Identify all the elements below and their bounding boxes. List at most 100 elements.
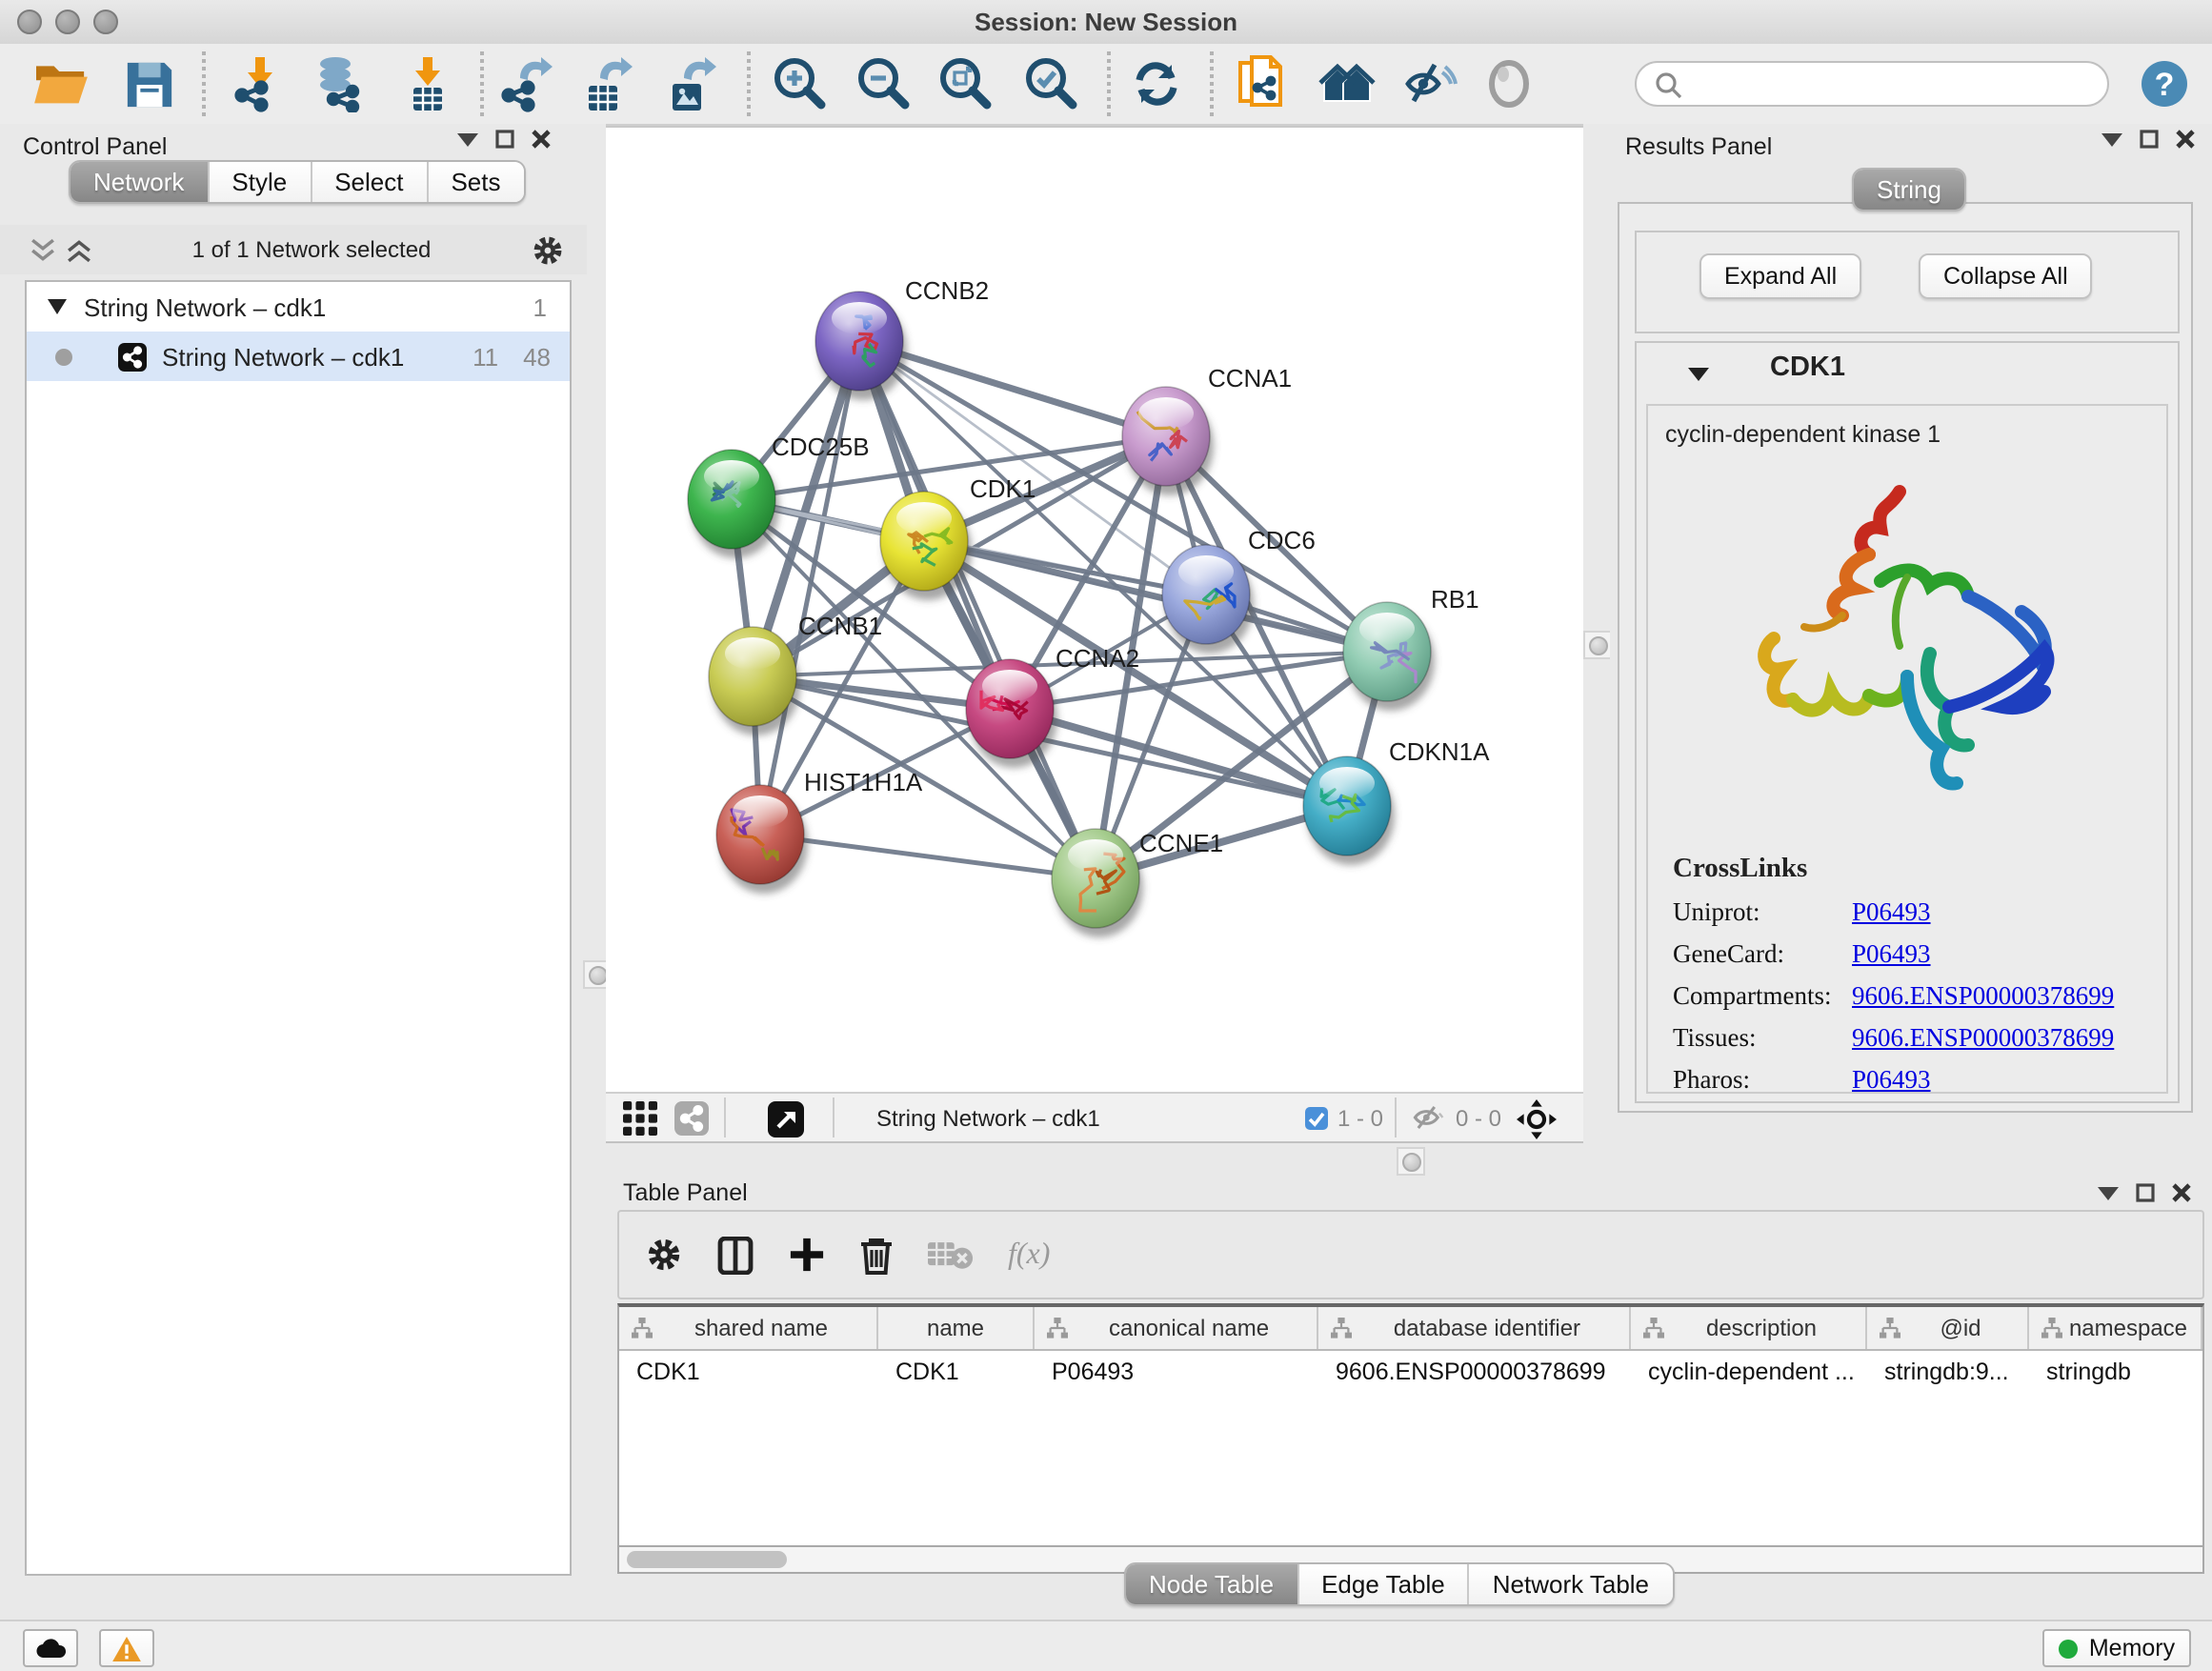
column-header-canonicalname[interactable]: canonical name: [1035, 1307, 1318, 1349]
network-selection-status: 1 of 1 Network selected: [91, 236, 532, 263]
float-panel-icon[interactable]: [2140, 130, 2159, 149]
left-splitter[interactable]: [587, 124, 606, 1620]
panel-menu-icon[interactable]: [2101, 131, 2122, 147]
float-panel-icon[interactable]: [2136, 1183, 2155, 1202]
share-view-button[interactable]: [674, 1101, 709, 1141]
expand-all-button[interactable]: Expand All: [1699, 253, 1861, 299]
save-session-button[interactable]: [118, 53, 179, 114]
table-toolbar: f(x): [617, 1210, 2204, 1299]
tab-node-table[interactable]: Node Table: [1126, 1564, 1297, 1604]
column-header-databaseidentifier[interactable]: database identifier: [1318, 1307, 1631, 1349]
grid-view-button[interactable]: [623, 1101, 657, 1141]
gear-icon[interactable]: [532, 233, 564, 266]
search-icon: [1654, 70, 1684, 101]
show-all-button[interactable]: [1478, 53, 1539, 114]
table-settings-gear-icon[interactable]: [646, 1237, 682, 1273]
export-view-button[interactable]: [768, 1101, 804, 1143]
crosslink-link[interactable]: P06493: [1852, 939, 1931, 970]
open-session-button[interactable]: [30, 53, 91, 114]
open-folder-icon: [32, 59, 90, 109]
close-panel-icon[interactable]: [532, 130, 551, 149]
birdseye-toggle-button[interactable]: [1517, 1099, 1557, 1145]
hide-unselected-button[interactable]: [1398, 53, 1459, 114]
panel-menu-icon[interactable]: [2098, 1185, 2119, 1200]
collapse-all-icon[interactable]: [30, 237, 55, 262]
cloud-status-button[interactable]: [23, 1629, 78, 1667]
share-document-button[interactable]: [1233, 53, 1294, 114]
table-row[interactable]: CDK1CDK1P064939606.ENSP00000378699cyclin…: [619, 1351, 2202, 1393]
cell-databaseidentifier: 9606.ENSP00000378699: [1318, 1351, 1631, 1393]
import-table-file-button[interactable]: [396, 53, 457, 114]
tab-style[interactable]: Style: [207, 162, 310, 202]
refresh-icon: [1130, 57, 1183, 111]
crosslinks-list: Uniprot:P06493GeneCard:P06493Compartment…: [1648, 897, 2166, 1096]
selected-checkbox[interactable]: [1305, 1107, 1328, 1136]
column-header-name[interactable]: name: [878, 1307, 1035, 1349]
tab-sets[interactable]: Sets: [426, 162, 523, 202]
tab-select[interactable]: Select: [310, 162, 426, 202]
crosslink-link[interactable]: 9606.ENSP00000378699: [1852, 1023, 2114, 1054]
warning-triangle-icon: [112, 1636, 141, 1661]
collapse-all-button[interactable]: Collapse All: [1919, 253, 2093, 299]
zoom-selected-button[interactable]: [1021, 53, 1082, 114]
section-disclosure-icon[interactable]: [1688, 366, 1709, 381]
hidden-count: 0 - 0: [1456, 1105, 1501, 1132]
string-home-button[interactable]: [1317, 53, 1377, 114]
edge-CCNB2-HIST1H1A: [760, 341, 859, 835]
cell-id: stringdb:9...: [1867, 1351, 2029, 1393]
tab-network[interactable]: Network: [70, 162, 207, 202]
right-splitter[interactable]: [1583, 124, 1610, 1143]
column-header-namespace[interactable]: namespace: [2029, 1307, 2202, 1349]
column-header-id[interactable]: @id: [1867, 1307, 2029, 1349]
eye-slash-icon: [1400, 57, 1458, 111]
collection-disclosure-icon[interactable]: [48, 299, 67, 314]
network-canvas[interactable]: CCNB2CCNA1CDC25BCDK1CDC6RB1CCNB1CCNA2CDK…: [606, 126, 1583, 1094]
show-columns-icon[interactable]: [716, 1236, 754, 1274]
panel-menu-icon[interactable]: [457, 131, 478, 147]
crosslink-row: Pharos:P06493: [1673, 1065, 2166, 1096]
add-column-icon[interactable]: [789, 1237, 825, 1273]
document-share-icon: [1237, 55, 1290, 112]
import-network-database-button[interactable]: [309, 53, 370, 114]
main-toolbar: ?: [0, 44, 2212, 126]
string-network-icon: [118, 342, 147, 371]
float-panel-icon[interactable]: [495, 130, 514, 149]
node-CDKN1A: CDKN1A: [1303, 737, 1490, 865]
bottom-splitter[interactable]: [606, 1143, 2212, 1176]
column-source-icon: [1642, 1317, 1665, 1339]
search-input[interactable]: [1694, 67, 2101, 105]
zoom-out-button[interactable]: [854, 53, 915, 114]
column-header-sharedname[interactable]: shared name: [619, 1307, 878, 1349]
results-panel: Results Panel String Expand All Collapse…: [1610, 124, 2212, 1143]
search-field[interactable]: [1635, 61, 2109, 107]
crosslink-link[interactable]: P06493: [1852, 1065, 1931, 1096]
expand-all-icon[interactable]: [67, 237, 91, 262]
export-image-button[interactable]: [659, 53, 720, 114]
node-label-RB1: RB1: [1431, 585, 1479, 614]
help-button[interactable]: ?: [2134, 53, 2195, 114]
import-network-file-button[interactable]: [229, 53, 290, 114]
export-network-button[interactable]: [495, 53, 556, 114]
delete-column-trash-icon[interactable]: [859, 1236, 894, 1274]
crosslink-link[interactable]: P06493: [1852, 897, 1931, 928]
close-panel-icon[interactable]: [2172, 1183, 2191, 1202]
refresh-view-button[interactable]: [1126, 53, 1187, 114]
tab-string[interactable]: String: [1854, 170, 1964, 210]
column-header-description[interactable]: description: [1631, 1307, 1867, 1349]
network-row-selected[interactable]: String Network – cdk1 11 48: [27, 332, 570, 381]
cell-sharedname: CDK1: [619, 1351, 878, 1393]
tab-network-table[interactable]: Network Table: [1468, 1564, 1672, 1604]
crosslink-link[interactable]: 9606.ENSP00000378699: [1852, 981, 2114, 1012]
tab-edge-table[interactable]: Edge Table: [1297, 1564, 1468, 1604]
close-panel-icon[interactable]: [2176, 130, 2195, 149]
zoom-fit-button[interactable]: [935, 53, 996, 114]
node-table[interactable]: shared namenamecanonical namedatabase id…: [617, 1303, 2204, 1547]
network-collection-row[interactable]: String Network – cdk1 1: [27, 282, 570, 332]
svg-text:?: ?: [2155, 67, 2175, 103]
hidden-toggle[interactable]: [1412, 1103, 1444, 1137]
export-table-button[interactable]: [575, 53, 636, 114]
warning-status-button[interactable]: [99, 1629, 154, 1667]
memory-button[interactable]: Memory: [2042, 1629, 2191, 1667]
zoom-in-button[interactable]: [770, 53, 831, 114]
grid-icon: [623, 1101, 657, 1136]
